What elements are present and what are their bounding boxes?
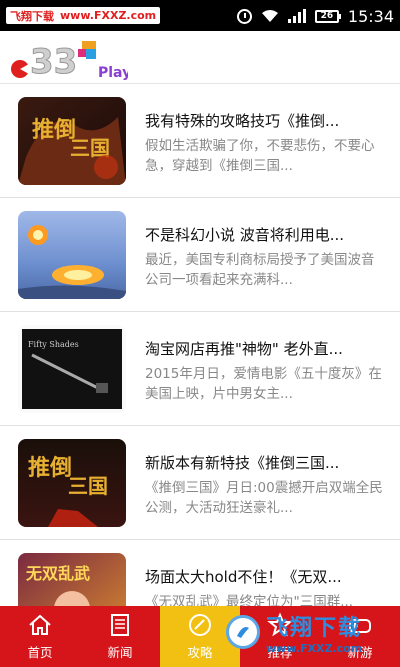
svg-text:推倒: 推倒 xyxy=(28,455,72,481)
article-title: 我有特殊的攻略技巧《推倒... xyxy=(145,112,340,130)
svg-text:无双乱武: 无双乱武 xyxy=(25,564,90,583)
watermark-top-url: www.FXXZ.com xyxy=(60,9,157,22)
article-title: 不是科幻小说 波音将利用电... xyxy=(145,226,345,244)
svg-text:三国: 三国 xyxy=(68,474,108,498)
article-title: 新版本有新特技《推倒三国... xyxy=(145,454,340,472)
watermark-bottom: 飞翔下载 www.FXXZ.com xyxy=(226,602,396,662)
watermark-top-title: 飞翔下载 xyxy=(10,9,54,23)
svg-text:33: 33 xyxy=(30,42,77,81)
wifi-icon xyxy=(261,9,279,23)
status-time: 15:34 xyxy=(347,6,394,26)
home-icon xyxy=(29,614,51,635)
list-item[interactable]: 推倒 三国 新版本有新特技《推倒三国... 《推倒三国》月日:00震撼开启双端全… xyxy=(0,426,400,540)
article-list: 推倒 三国 我有特殊的攻略技巧《推倒... 假如生活欺骗了你，不要悲伤，不要心急… xyxy=(0,84,400,606)
watermark-top: 飞翔下载 www.FXXZ.com xyxy=(6,7,161,24)
article-title: 场面太大hold不住！《无双... xyxy=(145,568,342,586)
article-title: 淘宝网店再推"神物" 老外直... xyxy=(145,340,343,358)
article-desc: 《推倒三国》月日:00震撼开启双端全民公测，大活动狂送豪礼... xyxy=(145,480,383,516)
nav-home-label: 首页 xyxy=(27,645,53,660)
status-bar: 飞翔下载 www.FXXZ.com 26 15:34 xyxy=(0,0,400,31)
news-icon xyxy=(111,614,129,636)
article-thumbnail xyxy=(18,211,126,299)
watermark-logo-icon xyxy=(226,615,260,649)
alarm-icon xyxy=(236,8,252,24)
33play-logo-icon[interactable]: 33 Play! xyxy=(10,35,138,83)
article-thumbnail: Fifty Shades xyxy=(18,325,126,413)
nav-strategy-label: 攻略 xyxy=(187,645,213,660)
status-icons: 26 15:34 xyxy=(236,5,394,27)
article-desc: 假如生活欺骗了你，不要悲伤，不要心急，穿越到《推倒三国... xyxy=(145,138,375,174)
list-item[interactable]: 无双乱武 场面太大hold不住！《无双... 《无双乱武》最终定位为"三国群..… xyxy=(0,540,400,606)
article-thumbnail: 推倒 三国 xyxy=(18,439,126,527)
list-item[interactable]: 推倒 三国 我有特殊的攻略技巧《推倒... 假如生活欺骗了你，不要悲伤，不要心急… xyxy=(0,84,400,198)
list-item[interactable]: 不是科幻小说 波音将利用电... 最近，美国专利商标局授予了美国波音公司一项看起… xyxy=(0,198,400,312)
list-item[interactable]: Fifty Shades 淘宝网店再推"神物" 老外直... 2015年月日，爱… xyxy=(0,312,400,426)
logo-text: Play! xyxy=(98,65,128,81)
article-desc: 2015年月日，爱情电影《五十度灰》在美国上映，片中男女主... xyxy=(145,366,382,402)
nav-news[interactable]: 新闻 xyxy=(80,606,160,667)
article-thumbnail: 推倒 三国 xyxy=(18,97,126,185)
watermark-bottom-title: 飞翔下载 xyxy=(266,615,363,641)
signal-icon xyxy=(287,9,306,23)
article-thumbnail: 无双乱武 xyxy=(18,553,126,606)
strategy-icon xyxy=(189,614,211,636)
nav-news-label: 新闻 xyxy=(107,645,133,660)
watermark-bottom-url: www.FXXZ.com xyxy=(266,641,363,655)
thumbnail-caption: Fifty Shades xyxy=(28,340,79,349)
article-desc: 最近，美国专利商标局授予了美国波音公司一项看起来充满科... xyxy=(145,252,375,288)
battery-icon: 26 xyxy=(314,9,341,23)
nav-home[interactable]: 首页 xyxy=(0,606,80,667)
app-header: 33 Play! xyxy=(0,31,400,84)
